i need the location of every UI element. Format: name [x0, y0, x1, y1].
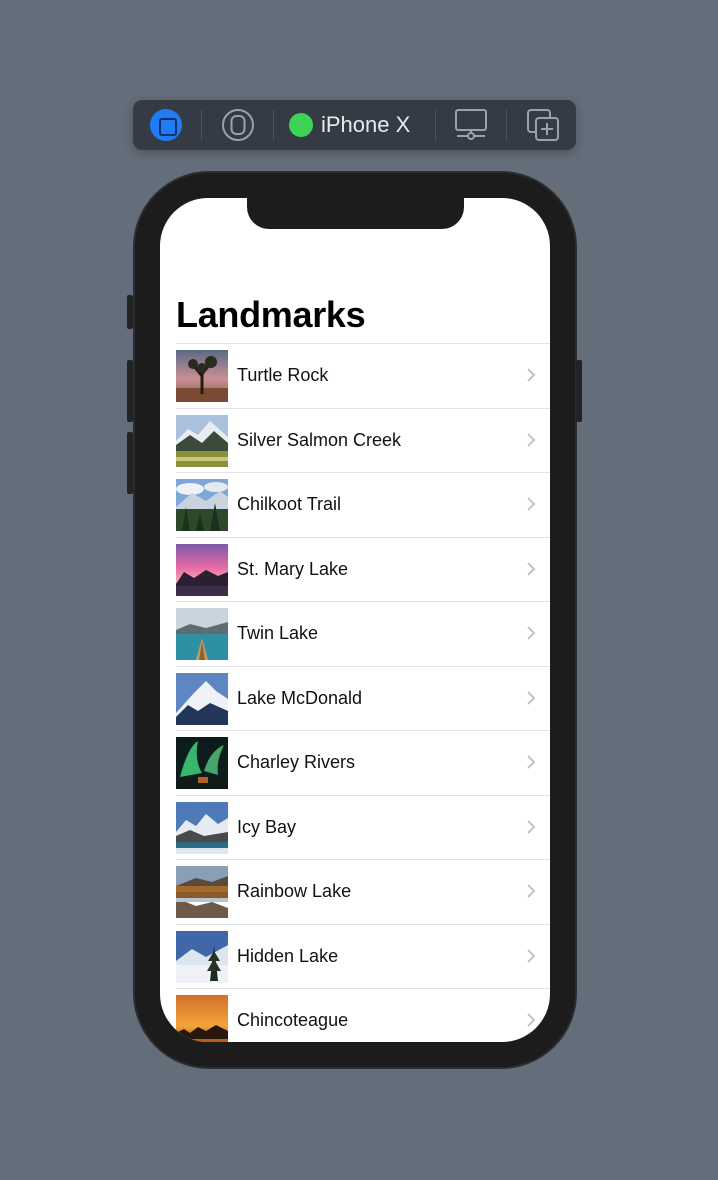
toolbar-divider [506, 110, 507, 140]
sunset-lake-photo [176, 543, 228, 596]
variants-icon [222, 109, 254, 141]
side-button [576, 360, 582, 422]
landmark-name: Hidden Lake [237, 945, 339, 966]
list-item[interactable]: Chincoteague [176, 989, 550, 1042]
list-item[interactable]: Rainbow Lake [176, 860, 550, 925]
duplicate-icon [527, 109, 559, 141]
toolbar-divider [201, 110, 202, 140]
chevron-right-icon [527, 368, 536, 382]
page-title: Landmarks [176, 294, 366, 335]
silent-switch [127, 295, 133, 329]
landmark-name: Silver Salmon Creek [237, 429, 402, 450]
reflection-lake-photo [176, 866, 228, 918]
chevron-right-icon [527, 884, 536, 898]
device-settings-button[interactable] [453, 109, 489, 141]
mountain-meadow-photo [176, 414, 228, 467]
landmark-name: Rainbow Lake [237, 881, 352, 901]
landmark-name: Chincoteague [237, 1010, 349, 1030]
landmark-name: Twin Lake [237, 623, 319, 643]
landmark-name: Lake McDonald [237, 687, 363, 708]
volume-down-button [127, 432, 133, 494]
list-item[interactable]: Charley Rivers [176, 731, 550, 796]
glacier-bay-photo [176, 801, 228, 854]
notch [247, 198, 464, 229]
list-item[interactable]: Twin Lake [176, 602, 550, 667]
device-selector[interactable]: iPhone X [289, 109, 419, 141]
device-status-icon [289, 113, 313, 137]
chevron-right-icon [527, 755, 536, 769]
aurora-photo [176, 737, 228, 789]
snowy-peak-photo [176, 672, 228, 725]
device-screen: Landmarks Turtle Rock Silver Salmon Cree… [160, 198, 550, 1042]
list-item[interactable]: Hidden Lake [176, 925, 550, 989]
list-item[interactable]: Silver Salmon Creek [176, 409, 550, 473]
list-item[interactable]: Icy Bay [176, 796, 550, 860]
device-name: iPhone X [321, 112, 411, 137]
chevron-right-icon [527, 1013, 536, 1027]
joshua-tree-photo [176, 350, 228, 402]
canoe-lake-photo [176, 608, 228, 660]
monitor-icon [455, 109, 487, 140]
chevron-right-icon [527, 626, 536, 640]
orange-sunset-photo [176, 995, 228, 1042]
list-item[interactable]: Turtle Rock [176, 344, 550, 409]
landmark-name: Chilkoot Trail [237, 494, 342, 514]
chevron-right-icon [527, 819, 536, 834]
landmark-name: St. Mary Lake [237, 558, 349, 579]
toolbar-divider [273, 110, 274, 140]
list-item[interactable]: Chilkoot Trail [176, 473, 550, 538]
forest-mountain-photo [176, 479, 228, 531]
live-preview-button[interactable] [150, 109, 182, 141]
landmark-list[interactable]: Turtle Rock Silver Salmon Creek Chilkoot… [176, 343, 550, 1042]
list-item[interactable]: St. Mary Lake [176, 538, 550, 602]
toolbar-divider [435, 110, 436, 140]
chevron-right-icon [527, 948, 536, 963]
chevron-right-icon [527, 432, 536, 447]
landmark-name: Turtle Rock [237, 365, 329, 385]
landmark-name: Charley Rivers [237, 752, 356, 772]
chevron-right-icon [527, 497, 536, 511]
duplicate-preview-button[interactable] [525, 109, 561, 141]
landmark-name: Icy Bay [237, 816, 297, 837]
preview-toolbar: iPhone X [133, 100, 576, 150]
chevron-right-icon [527, 561, 536, 576]
preview-variants-button[interactable] [221, 109, 255, 141]
live-preview-icon [150, 109, 182, 141]
volume-up-button [127, 360, 133, 422]
chevron-right-icon [527, 690, 536, 705]
winter-tree-photo [176, 930, 228, 983]
list-item[interactable]: Lake McDonald [176, 667, 550, 731]
